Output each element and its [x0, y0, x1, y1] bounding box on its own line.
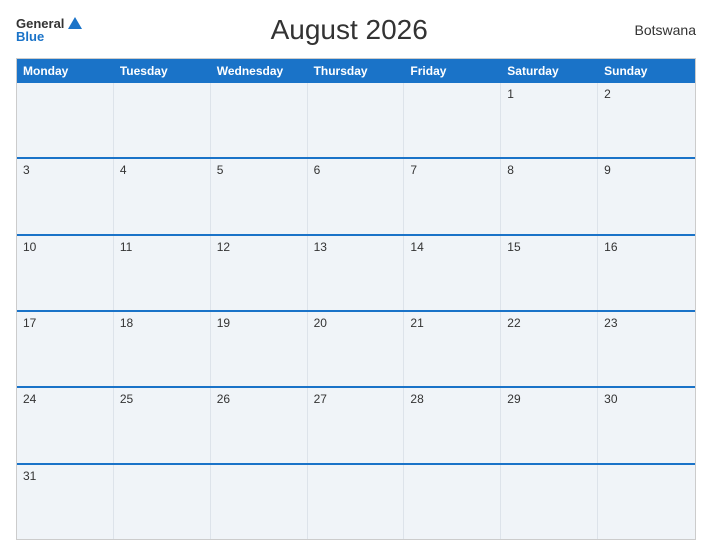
day-number: 22: [507, 316, 591, 330]
calendar-cell: 13: [308, 236, 405, 310]
day-number: 17: [23, 316, 107, 330]
calendar-cell: [114, 83, 211, 157]
day-number: 2: [604, 87, 689, 101]
calendar-week-1: 12: [17, 83, 695, 157]
calendar-cell: [598, 465, 695, 539]
calendar-cell: 17: [17, 312, 114, 386]
calendar-cell: 7: [404, 159, 501, 233]
day-number: 14: [410, 240, 494, 254]
calendar-cell: 23: [598, 312, 695, 386]
day-number: 10: [23, 240, 107, 254]
day-number: 9: [604, 163, 689, 177]
calendar-header: MondayTuesdayWednesdayThursdayFridaySatu…: [17, 59, 695, 83]
calendar-cell: 16: [598, 236, 695, 310]
day-number: 1: [507, 87, 591, 101]
calendar-cell: [211, 465, 308, 539]
calendar-cell: 20: [308, 312, 405, 386]
calendar-cell: [404, 465, 501, 539]
day-number: 20: [314, 316, 398, 330]
calendar-cell: [211, 83, 308, 157]
calendar-cell: 12: [211, 236, 308, 310]
calendar-week-4: 17 18 19 20 21 22 23: [17, 310, 695, 386]
calendar-cell: 28: [404, 388, 501, 462]
weekday-header-tuesday: Tuesday: [114, 59, 211, 83]
calendar-cell: 8: [501, 159, 598, 233]
calendar-cell: 14: [404, 236, 501, 310]
calendar-cell: 21: [404, 312, 501, 386]
day-number: 7: [410, 163, 494, 177]
day-number: 24: [23, 392, 107, 406]
logo-blue-text: Blue: [16, 30, 44, 43]
calendar-cell: 30: [598, 388, 695, 462]
weekday-header-saturday: Saturday: [501, 59, 598, 83]
day-number: 12: [217, 240, 301, 254]
calendar-cell: 15: [501, 236, 598, 310]
weekday-header-monday: Monday: [17, 59, 114, 83]
header: General Blue August 2026 Botswana: [16, 10, 696, 50]
day-number: 26: [217, 392, 301, 406]
calendar-title: August 2026: [82, 14, 616, 46]
calendar-week-5: 24 25 26 27 28 29 30: [17, 386, 695, 462]
day-number: 27: [314, 392, 398, 406]
calendar-cell: 9: [598, 159, 695, 233]
day-number: 6: [314, 163, 398, 177]
calendar-cell: [17, 83, 114, 157]
calendar-cell: [404, 83, 501, 157]
country-label: Botswana: [616, 22, 696, 38]
calendar-cell: [501, 465, 598, 539]
day-number: 30: [604, 392, 689, 406]
day-number: 16: [604, 240, 689, 254]
calendar-week-3: 10 11 12 13 14 15 16: [17, 234, 695, 310]
day-number: 21: [410, 316, 494, 330]
calendar-week-6: 31: [17, 463, 695, 539]
day-number: 8: [507, 163, 591, 177]
calendar-cell: 1: [501, 83, 598, 157]
day-number: 13: [314, 240, 398, 254]
calendar-cell: 19: [211, 312, 308, 386]
calendar-cell: [308, 83, 405, 157]
calendar-cell: 4: [114, 159, 211, 233]
calendar-cell: 26: [211, 388, 308, 462]
day-number: 15: [507, 240, 591, 254]
calendar-cell: 10: [17, 236, 114, 310]
page: General Blue August 2026 Botswana Monday…: [0, 0, 712, 550]
weekday-header-friday: Friday: [404, 59, 501, 83]
calendar-cell: 27: [308, 388, 405, 462]
day-number: 4: [120, 163, 204, 177]
day-number: 29: [507, 392, 591, 406]
logo: General Blue: [16, 17, 82, 43]
day-number: 18: [120, 316, 204, 330]
day-number: 28: [410, 392, 494, 406]
day-number: 19: [217, 316, 301, 330]
weekday-header-wednesday: Wednesday: [211, 59, 308, 83]
calendar-cell: 31: [17, 465, 114, 539]
day-number: 3: [23, 163, 107, 177]
calendar-cell: 11: [114, 236, 211, 310]
calendar-cell: 6: [308, 159, 405, 233]
day-number: 5: [217, 163, 301, 177]
calendar-cell: 2: [598, 83, 695, 157]
calendar-body: 1234567891011121314151617181920212223242…: [17, 83, 695, 539]
calendar-cell: 3: [17, 159, 114, 233]
calendar-cell: [308, 465, 405, 539]
weekday-header-thursday: Thursday: [308, 59, 405, 83]
calendar-cell: 18: [114, 312, 211, 386]
calendar-cell: [114, 465, 211, 539]
day-number: 11: [120, 240, 204, 254]
calendar-week-2: 3456789: [17, 157, 695, 233]
calendar-cell: 5: [211, 159, 308, 233]
calendar: MondayTuesdayWednesdayThursdayFridaySatu…: [16, 58, 696, 540]
calendar-cell: 29: [501, 388, 598, 462]
calendar-cell: 24: [17, 388, 114, 462]
logo-triangle-icon: [68, 17, 82, 29]
calendar-cell: 25: [114, 388, 211, 462]
day-number: 25: [120, 392, 204, 406]
calendar-cell: 22: [501, 312, 598, 386]
weekday-header-sunday: Sunday: [598, 59, 695, 83]
day-number: 23: [604, 316, 689, 330]
day-number: 31: [23, 469, 107, 483]
